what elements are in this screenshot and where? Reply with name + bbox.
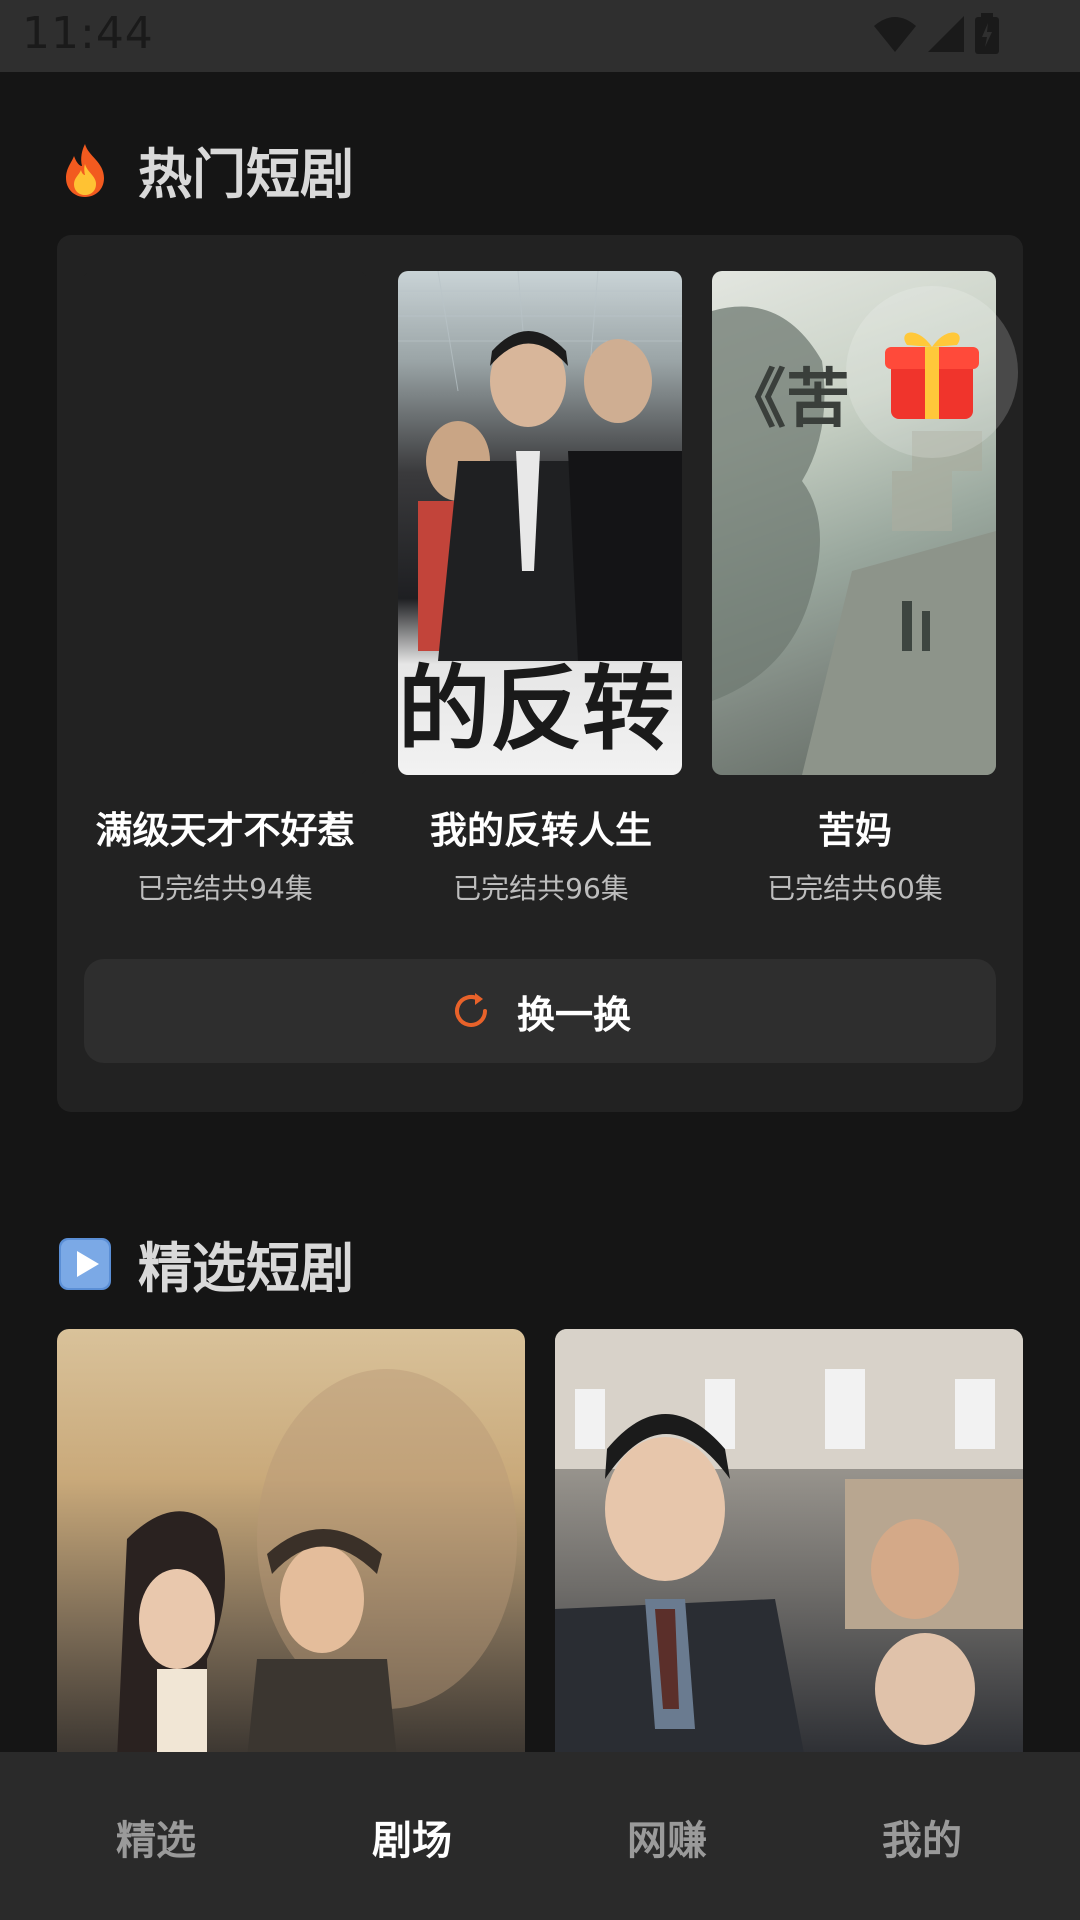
hot-section-title: 热门短剧 [56, 130, 354, 209]
drama-title-1[interactable]: 满级天才不好惹 [75, 800, 375, 854]
status-time: 11:44 [22, 8, 154, 59]
drama-subtitle-3: 已完结共60集 [767, 872, 943, 905]
featured-drama-card-1[interactable] [57, 1329, 525, 1759]
refresh-icon [454, 993, 487, 1027]
refresh-button[interactable]: 换一换 [84, 959, 996, 1063]
drama-poster-2[interactable]: 的反转 [398, 271, 682, 775]
featured-section-title-text: 精选短剧 [138, 1237, 354, 1300]
battery-icon [975, 13, 999, 54]
nav-tab-theater[interactable]: 剧场 [332, 1808, 492, 1866]
fire-icon [56, 141, 114, 199]
wifi-icon [874, 17, 916, 52]
status-icons [872, 13, 1000, 54]
nav-tab-featured[interactable]: 精选 [76, 1808, 236, 1866]
drama-title-3[interactable]: 苦妈 [705, 800, 1005, 854]
hot-section-title-text: 热门短剧 [138, 143, 354, 206]
bottom-navigation: 精选 剧场 网赚 我的 [0, 1752, 1080, 1920]
drama-title-2[interactable]: 我的反转人生 [391, 800, 691, 854]
drama-subtitle-1: 已完结共94集 [137, 872, 313, 905]
nav-tab-mine[interactable]: 我的 [842, 1808, 1002, 1866]
svg-text:《苦: 《苦 [722, 362, 850, 437]
svg-text:的反转: 的反转 [398, 656, 674, 763]
signal-icon [928, 16, 964, 52]
drama-poster-1[interactable] [83, 271, 367, 775]
gift-icon [885, 332, 979, 419]
status-bar: 11:44 [0, 0, 1080, 72]
gift-float-button[interactable] [846, 286, 1018, 458]
featured-section-title: 精选短剧 [56, 1224, 354, 1303]
refresh-label: 换一换 [516, 992, 631, 1037]
nav-tab-earn[interactable]: 网赚 [587, 1808, 747, 1866]
play-icon [56, 1235, 114, 1293]
drama-subtitle-2: 已完结共96集 [453, 872, 629, 905]
featured-drama-card-2[interactable] [555, 1329, 1023, 1759]
